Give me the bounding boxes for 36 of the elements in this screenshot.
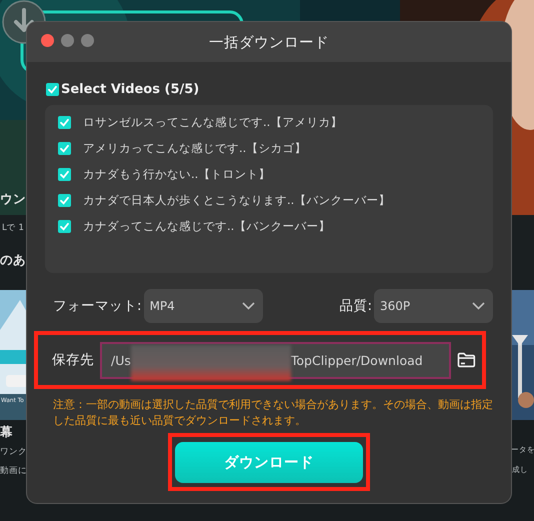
caption-text: ワンク <box>0 446 27 458</box>
field-label: 品質: <box>339 297 372 315</box>
quality-dropdown[interactable]: 360P <box>374 289 493 323</box>
caption-text: 動画に <box>0 465 27 477</box>
checkbox[interactable] <box>58 142 71 155</box>
warning-note: 注意：一部の動画は選択した品質で利用できない場合があります。その場合、動画は指定した品質に最も近い品質でダウンロードされます。 <box>53 397 494 429</box>
path-text: /Us <box>111 352 131 368</box>
field-label: 保存先 <box>52 351 94 369</box>
path-text: TopClipper/Download <box>290 352 423 368</box>
checkbox[interactable] <box>58 116 71 129</box>
section-heading: ウン <box>0 191 26 208</box>
window-title: 一括ダウンロード <box>209 34 329 52</box>
chevron-down-icon <box>472 302 485 310</box>
format-dropdown[interactable]: MP4 <box>144 289 263 323</box>
close-button[interactable] <box>41 34 54 47</box>
section-heading: 幕 <box>0 424 13 441</box>
video-title: アメリカってこんな感じです..【シカゴ】 <box>83 141 306 156</box>
video-title: カナダってこんな感じです..【バンクーバー】 <box>83 219 330 234</box>
field-label: フォーマット: <box>53 297 142 315</box>
folder-icon[interactable] <box>457 352 476 368</box>
checkbox[interactable] <box>46 83 59 96</box>
checkbox[interactable] <box>58 194 71 207</box>
path-field[interactable]: /Us TopClipper/Download <box>100 342 452 378</box>
zoom-button[interactable] <box>81 34 94 47</box>
chevron-down-icon <box>242 302 255 310</box>
checkbox-label: Select Videos (5/5) <box>61 82 200 97</box>
selected-value: MP4 <box>150 299 175 313</box>
checkbox[interactable] <box>58 220 71 233</box>
minimize-button[interactable] <box>61 34 74 47</box>
video-title: カナダもう行かない..【トロント】 <box>83 167 270 182</box>
selected-value: 360P <box>380 299 410 313</box>
checkbox[interactable] <box>58 168 71 181</box>
video-title: ロサンゼルスってこんな感じです..【アメリカ】 <box>83 115 342 130</box>
video-title: カナダで日本人が歩くとこうなります..【バンクーバー】 <box>83 193 390 208</box>
caption-text: Lで 1 <box>2 222 24 234</box>
section-heading: のあ <box>0 252 26 269</box>
